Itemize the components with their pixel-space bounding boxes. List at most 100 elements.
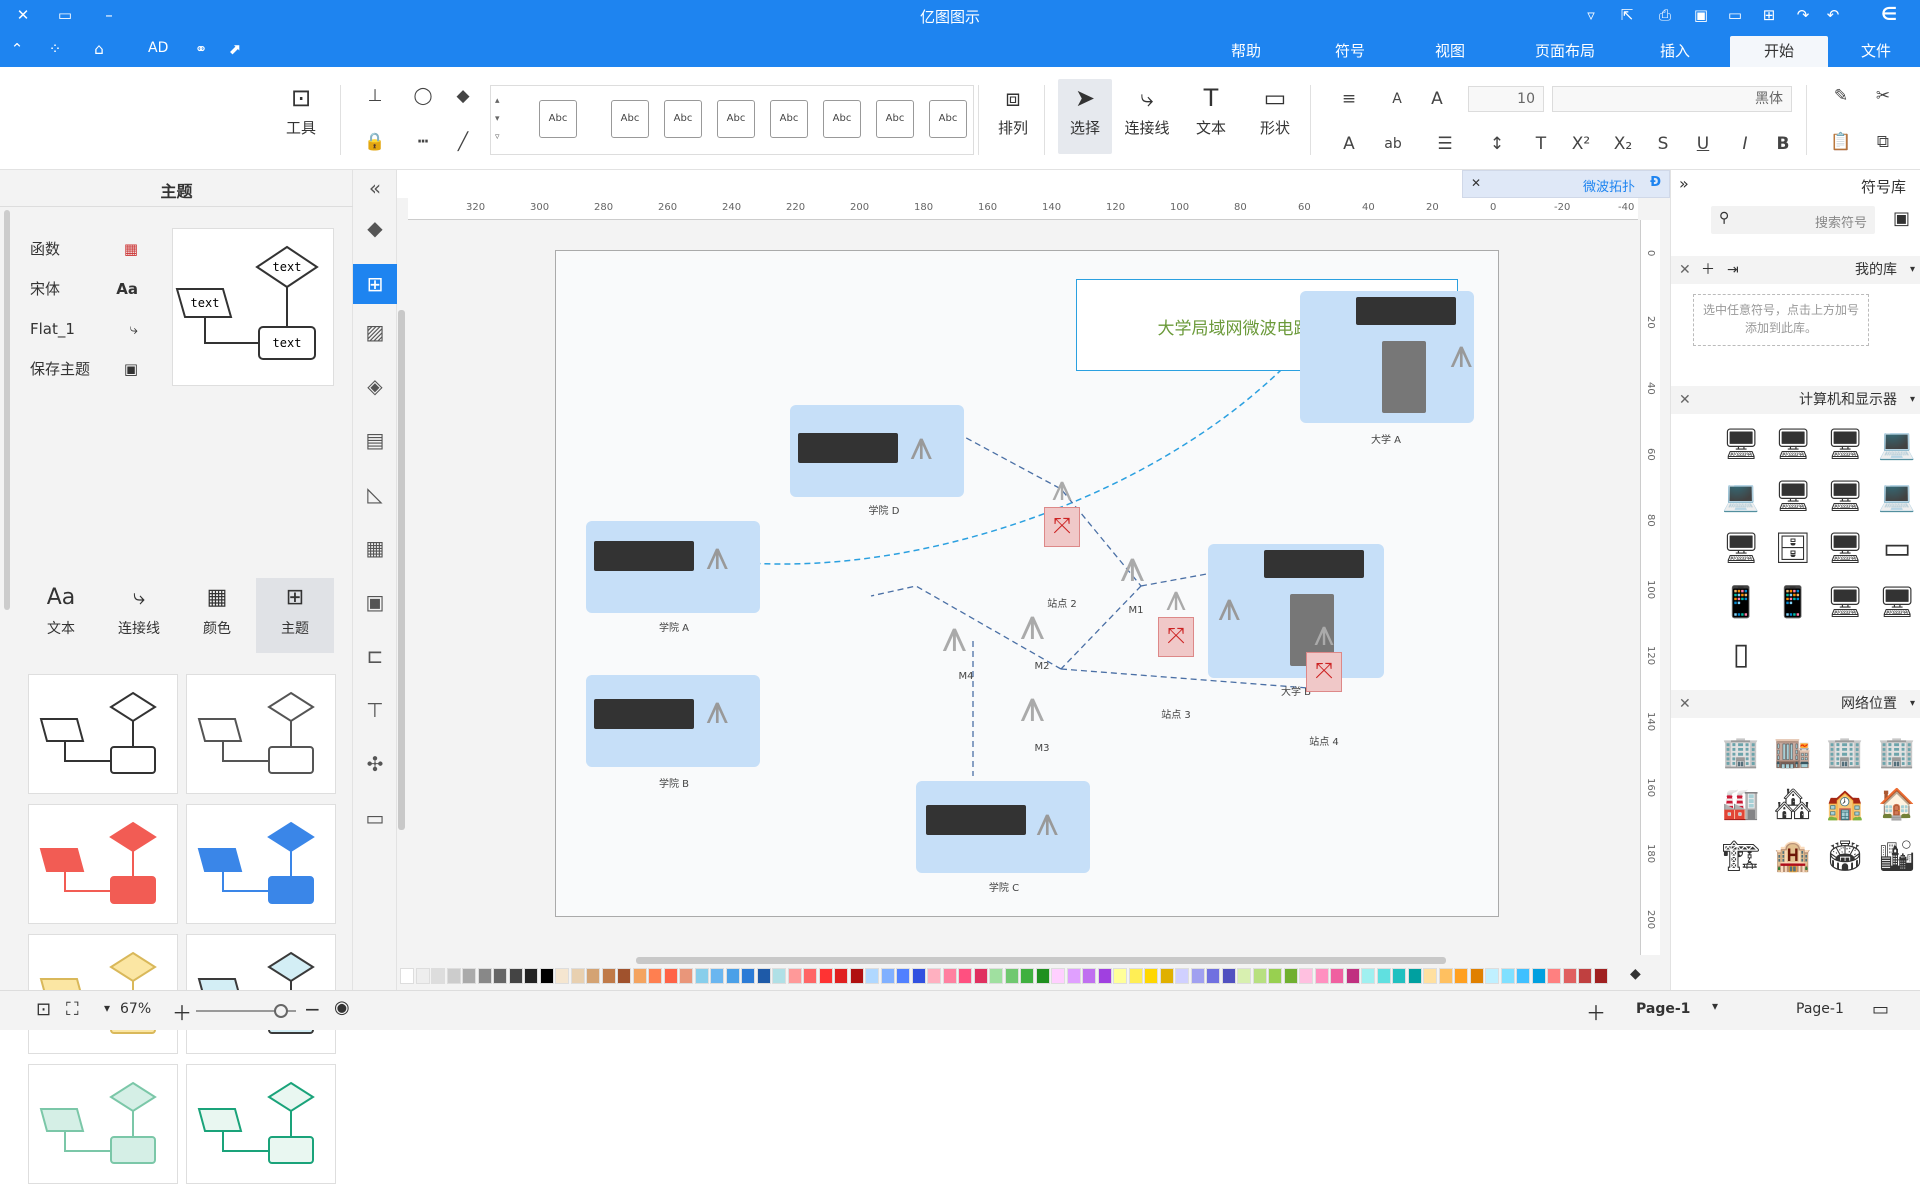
tablet-icon[interactable]: 📱 [1715, 580, 1767, 626]
format-icon[interactable]: ⊏ [361, 642, 389, 670]
color-swatch[interactable] [942, 968, 957, 984]
page-menu-icon[interactable]: ▾ [1712, 999, 1718, 1013]
theme-thumbnail[interactable] [186, 674, 336, 794]
brick-building-icon[interactable]: 🏭 [1715, 782, 1767, 828]
color-swatch[interactable] [1299, 968, 1313, 984]
computer-library-header[interactable]: ✕ 计算机和显示器 ▾ [1671, 386, 1920, 414]
imac-icon[interactable]: 🖥 [1819, 474, 1871, 520]
tab-symbol[interactable]: 符号 [1320, 36, 1380, 67]
minimize-icon[interactable]: – [96, 2, 122, 28]
color-swatch[interactable] [1051, 968, 1065, 984]
color-swatch[interactable] [431, 968, 445, 984]
drawing-page[interactable]: 大学局域网微波电路拓扑结构 ⩚ 大学 A ⩚ 学院 D ⩚ 大学 B ⩚ 学院 … [555, 250, 1499, 917]
color-swatch[interactable] [632, 968, 647, 984]
workstation-icon[interactable]: 🖥 [1819, 526, 1871, 572]
font-grow-icon[interactable]: A [1424, 86, 1450, 112]
close-icon[interactable]: ✕ [1679, 256, 1691, 284]
strikethrough-icon[interactable]: S [1650, 131, 1676, 157]
open-icon[interactable]: ▭ [1722, 2, 1748, 28]
node-university-b[interactable]: ⩚ [1208, 544, 1384, 678]
color-swatch[interactable] [446, 968, 461, 984]
color-swatch[interactable] [679, 968, 693, 984]
color-swatch[interactable] [1330, 968, 1344, 984]
color-swatch[interactable] [927, 968, 941, 984]
color-swatch[interactable] [1547, 968, 1561, 984]
more-icon[interactable]: ▿ [1578, 2, 1604, 28]
zoom-level[interactable]: 67% [120, 1001, 151, 1017]
cut-icon[interactable]: ✂ [1870, 83, 1896, 109]
theme-thumbnail[interactable] [186, 804, 336, 924]
shape-button[interactable]: ▭ 形状 [1248, 79, 1302, 154]
add-page-icon[interactable]: ＋ [1586, 997, 1606, 1026]
add-icon[interactable]: ＋ [1701, 256, 1715, 284]
style-sample[interactable]: Abc [876, 100, 914, 138]
color-swatch[interactable] [508, 968, 523, 984]
color-swatch[interactable] [1376, 968, 1391, 984]
superscript-icon[interactable]: X² [1568, 131, 1594, 157]
theme-icon[interactable]: ⊞ [353, 264, 397, 304]
page-view-icon[interactable]: ▭ [1872, 999, 1889, 1020]
switch-site-2-icon[interactable]: ⩚ ⤧ [1044, 471, 1080, 551]
tower-building-icon[interactable]: 🏢 [1819, 730, 1871, 776]
building-icon[interactable]: 🏢 [1871, 730, 1920, 776]
network-location-header[interactable]: ✕ 网络位置 ▾ [1671, 690, 1920, 718]
color-swatch[interactable] [1469, 968, 1484, 984]
color-swatch[interactable] [1128, 968, 1143, 984]
tab-insert[interactable]: 插入 [1640, 36, 1710, 67]
gallery-scroll-icon[interactable]: ▴ ▾ ▿ [495, 92, 500, 146]
horizontal-scrollbar[interactable] [636, 957, 1446, 964]
color-swatch[interactable] [1314, 968, 1329, 984]
theme-icon[interactable]: ⌂ [86, 36, 112, 62]
import-icon[interactable]: ⇥ [1727, 256, 1739, 284]
shadow-icon[interactable]: ◯ [410, 83, 436, 109]
tab-view[interactable]: 视图 [1420, 36, 1480, 67]
color-swatch[interactable] [1593, 968, 1608, 984]
style-sample[interactable]: Abc [929, 100, 967, 138]
tab-text[interactable]: Aa 文本 [22, 578, 100, 653]
style-sample[interactable]: Abc [823, 100, 861, 138]
maximize-icon[interactable]: ▭ [52, 2, 78, 28]
close-icon[interactable]: ✕ [1471, 176, 1481, 190]
text-case-icon[interactable]: ab [1380, 131, 1406, 157]
tab-help[interactable]: 帮助 [1216, 36, 1276, 67]
color-swatch[interactable] [911, 968, 926, 984]
color-swatch[interactable] [663, 968, 678, 984]
color-swatch[interactable] [803, 968, 817, 984]
theme-option-font[interactable]: 宋体 Aa [30, 274, 138, 304]
color-swatch[interactable] [896, 968, 910, 984]
relay-tower-m2-icon[interactable]: ⩚ [1020, 599, 1045, 650]
relay-tower-m3-icon[interactable]: ⩚ [1020, 681, 1045, 732]
color-swatch[interactable] [1578, 968, 1592, 984]
phone-icon[interactable]: 📱 [1767, 580, 1819, 626]
paste-icon[interactable]: 📋 [1828, 129, 1854, 155]
color-swatch[interactable] [1531, 968, 1546, 984]
city-icon[interactable]: 🏙 [1871, 834, 1920, 880]
node-college-c[interactable]: ⩚ [916, 781, 1090, 873]
lcd-monitor-icon[interactable]: 🖥 [1767, 474, 1819, 520]
theme-thumbnail[interactable] [28, 804, 178, 924]
touchscreen-icon[interactable]: 🖥 [1871, 580, 1920, 626]
stadium-icon[interactable]: 🏟 [1819, 834, 1871, 880]
node-college-b[interactable]: ⩚ [586, 675, 760, 767]
color-swatch[interactable] [570, 968, 585, 984]
color-swatch[interactable] [648, 968, 662, 984]
color-swatch[interactable] [818, 968, 833, 984]
color-swatch[interactable] [1144, 968, 1158, 984]
color-swatch[interactable] [710, 968, 724, 984]
page-icon[interactable]: ▤ [361, 426, 389, 454]
color-swatch[interactable] [1066, 968, 1081, 984]
current-page-tab[interactable]: Page-1 [1636, 1001, 1690, 1017]
style-sample[interactable]: Abc [664, 100, 702, 138]
crop-icon[interactable]: ⊥ [362, 83, 388, 109]
factory-icon[interactable]: 🏗 [1715, 834, 1767, 880]
lock-icon[interactable]: 🔒 [362, 129, 388, 155]
color-swatch[interactable] [1268, 968, 1282, 984]
color-swatch[interactable] [1035, 968, 1050, 984]
fill-bucket-icon[interactable]: ◆ [361, 214, 389, 242]
laptop-icon[interactable]: 💻 [1871, 474, 1920, 520]
color-swatch[interactable] [1020, 968, 1034, 984]
tab-home[interactable]: 开始 [1730, 36, 1828, 67]
theme-option-connector[interactable]: Flat_1 ⤷ [30, 314, 138, 344]
style-sample[interactable]: Abc [770, 100, 808, 138]
copy-icon[interactable]: ⧉ [1870, 129, 1896, 155]
